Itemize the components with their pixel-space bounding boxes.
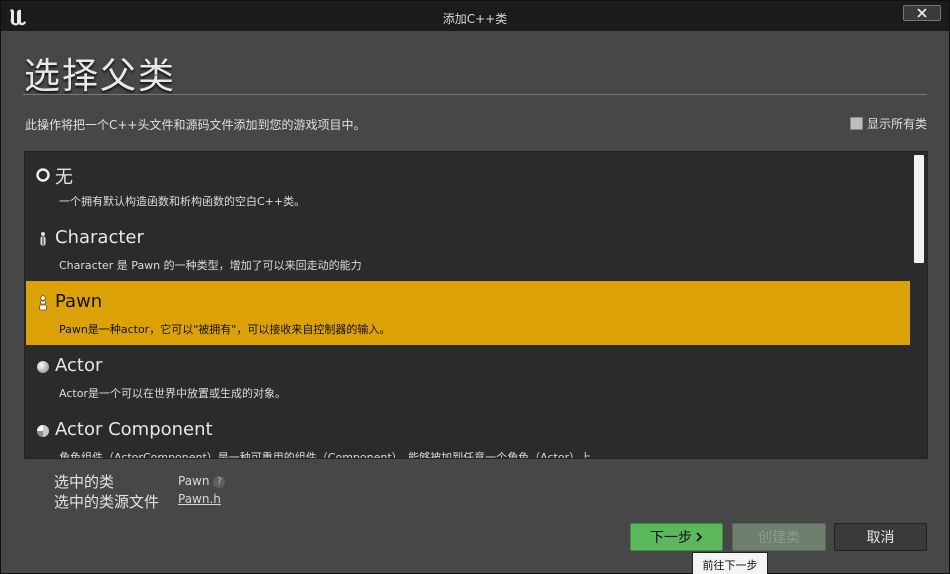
class-item-actor[interactable]: Actor Actor是一个可以在世界中放置或生成的对象。 <box>26 345 910 409</box>
show-all-classes-toggle[interactable]: 显示所有类 <box>849 115 927 132</box>
create-class-button[interactable]: 创建类 <box>732 523 826 551</box>
class-item-none[interactable]: 无 一个拥有默认构造函数和析构函数的空白C++类。 <box>26 153 910 217</box>
title-bar[interactable]: 添加C++类 <box>1 1 949 31</box>
next-button-label: 下一步 <box>650 530 692 546</box>
character-icon <box>35 231 51 247</box>
selected-class-value: Pawn? <box>178 474 226 488</box>
dialog-body: 选择父类 此操作将把一个C++头文件和源码文件添加到您的游戏项目中。 显示所有类… <box>5 31 945 574</box>
show-all-label: 显示所有类 <box>866 117 927 131</box>
selected-class-name: Pawn <box>178 474 210 488</box>
show-all-checkbox[interactable] <box>849 117 863 130</box>
next-button[interactable]: 下一步 <box>630 523 723 551</box>
class-item-description: 一个拥有默认构造函数和析构函数的空白C++类。 <box>59 195 306 208</box>
page-title: 选择父类 <box>24 56 177 97</box>
cancel-button[interactable]: 取消 <box>834 523 927 551</box>
pawn-icon <box>35 295 51 311</box>
close-button[interactable] <box>903 5 941 21</box>
class-item-title: Pawn <box>55 291 103 312</box>
window-title: 添加C++类 <box>442 12 508 26</box>
class-item-title: Actor Component <box>55 419 213 440</box>
class-item-character[interactable]: Character Character 是 Pawn 的一种类型，增加了可以来回… <box>26 217 910 281</box>
selected-source-link[interactable]: Pawn.h <box>178 492 221 506</box>
heading-divider <box>23 94 927 95</box>
dialog-description: 此操作将把一个C++头文件和源码文件添加到您的游戏项目中。 <box>25 118 366 132</box>
class-item-title: 无 <box>55 167 73 188</box>
close-icon <box>917 8 927 18</box>
selected-source-label: 选中的类源文件 <box>54 493 160 511</box>
class-item-pawn[interactable]: Pawn Pawn是一种actor，它可以"被拥有"，可以接收来自控制器的输入。 <box>26 281 910 345</box>
add-cpp-class-window: 添加C++类 选择父类 此操作将把一个C++头文件和源码文件添加到您的游戏项目中… <box>0 0 950 574</box>
class-item-title: Character <box>55 227 144 248</box>
empty-circle-icon <box>35 167 51 183</box>
class-item-description: Character 是 Pawn 的一种类型，增加了可以来回走动的能力 <box>59 259 362 272</box>
actor-component-icon <box>35 423 51 439</box>
selected-class-label: 选中的类 <box>54 473 115 491</box>
chevron-right-icon <box>696 532 703 542</box>
actor-sphere-icon <box>35 359 51 375</box>
class-item-actor-component[interactable]: Actor Component 角色组件（ActorComponent）是一种可… <box>26 409 910 459</box>
class-item-description: Actor是一个可以在世界中放置或生成的对象。 <box>59 387 286 400</box>
parent-class-list[interactable]: 无 一个拥有默认构造函数和析构函数的空白C++类。 Character Char… <box>24 151 928 459</box>
help-icon[interactable]: ? <box>213 475 226 488</box>
list-scrollbar[interactable] <box>914 155 924 263</box>
class-item-title: Actor <box>55 355 103 376</box>
class-item-description: Pawn是一种actor，它可以"被拥有"，可以接收来自控制器的输入。 <box>59 323 391 336</box>
next-tooltip: 前往下一步 <box>692 552 768 574</box>
class-item-description: 角色组件（ActorComponent）是一种可重用的组件（Component）… <box>59 451 592 459</box>
